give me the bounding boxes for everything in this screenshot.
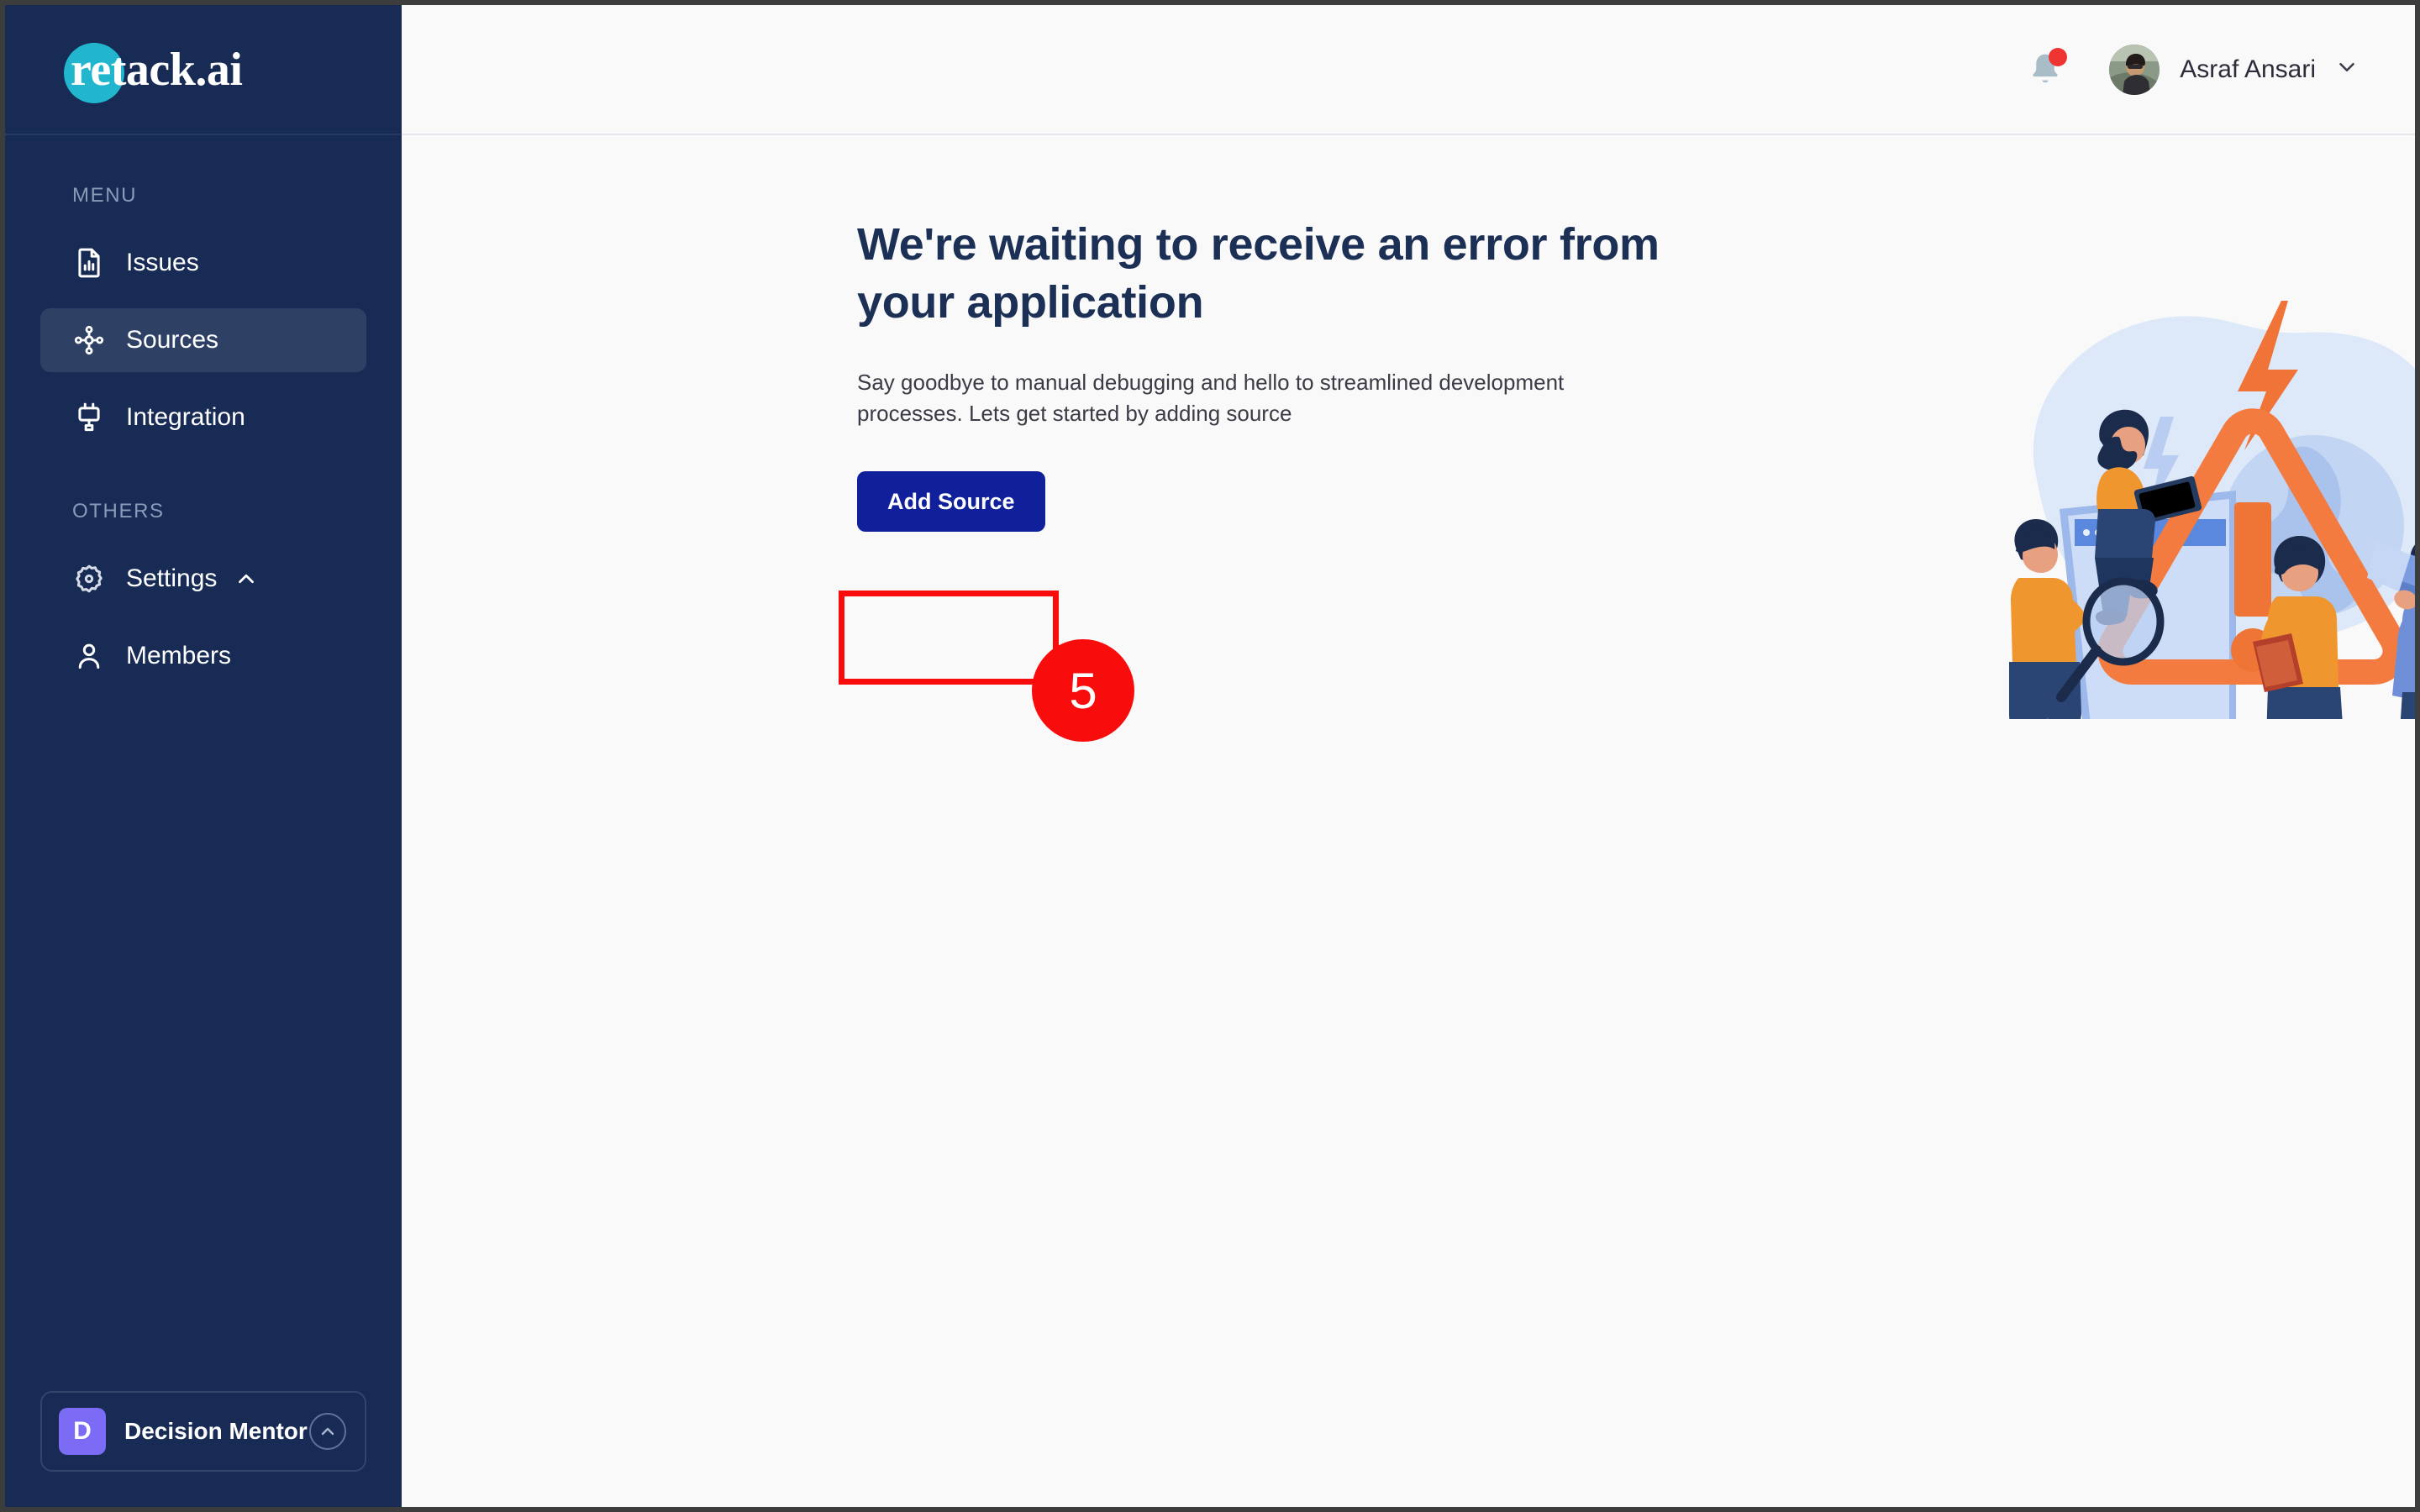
sidebar-item-issues-label: Issues [126, 249, 199, 276]
main-area: Asraf Ansari We're waiting to receive an… [402, 5, 2415, 1507]
sidebar-item-settings[interactable]: Settings [40, 547, 366, 611]
sidebar-item-settings-label: Settings [126, 564, 218, 592]
error-warning-illustration [1935, 282, 2415, 719]
workspace-name: Decision Mentor [124, 1418, 308, 1444]
notification-badge-dot [2049, 47, 2068, 66]
sidebar-item-issues[interactable]: Issues [40, 231, 366, 295]
sidebar-item-sources[interactable]: Sources [40, 308, 366, 372]
add-source-button[interactable]: Add Source [857, 471, 1045, 533]
plug-icon [72, 401, 106, 434]
sidebar-nav: MENU Issues Sources Integration OTHERS S… [5, 135, 402, 1391]
sidebar: retack.ai MENU Issues Sources Integratio… [5, 5, 402, 1507]
brand-logo[interactable]: retack.ai [5, 5, 402, 135]
sidebar-item-members-label: Members [126, 642, 232, 669]
sidebar-item-members[interactable]: Members [40, 624, 366, 688]
network-nodes-icon [72, 323, 106, 357]
logo-wrap: retack.ai [64, 36, 243, 103]
user-menu[interactable]: Asraf Ansari [2109, 44, 2360, 95]
workspace-switcher[interactable]: D Decision Mentor [40, 1391, 366, 1472]
chevron-up-circle-icon[interactable] [309, 1413, 346, 1450]
content-area: We're waiting to receive an error from y… [402, 135, 2415, 1507]
logo-text-rest: tack.ai [110, 43, 243, 96]
logo-text: retack.ai [71, 43, 243, 96]
page-subtitle: Say goodbye to manual debugging and hell… [857, 370, 1565, 427]
notifications-button[interactable] [2022, 46, 2069, 93]
page-title: We're waiting to receive an error from y… [857, 219, 1660, 328]
sidebar-item-sources-label: Sources [126, 326, 219, 354]
user-name: Asraf Ansari [2180, 55, 2316, 83]
document-chart-icon [72, 246, 106, 280]
chevron-down-icon[interactable] [2334, 55, 2360, 84]
annotation-highlight-box [839, 591, 1059, 685]
avatar [2109, 44, 2160, 95]
logo-text-accent: re [71, 43, 111, 96]
app-window: retack.ai MENU Issues Sources Integratio… [5, 5, 2415, 1507]
gear-icon [72, 562, 106, 596]
sidebar-item-integration-label: Integration [126, 403, 245, 431]
person-icon [72, 639, 106, 673]
sidebar-item-integration[interactable]: Integration [40, 386, 366, 449]
chevron-up-icon[interactable] [234, 566, 259, 591]
avatar-photo [2109, 44, 2160, 95]
workspace-avatar: D [59, 1408, 106, 1455]
sidebar-section-others-label: OTHERS [72, 500, 165, 522]
topbar: Asraf Ansari [402, 5, 2415, 135]
sidebar-section-menu-label: MENU [72, 184, 138, 207]
annotation-step-badge: 5 [1032, 639, 1134, 742]
